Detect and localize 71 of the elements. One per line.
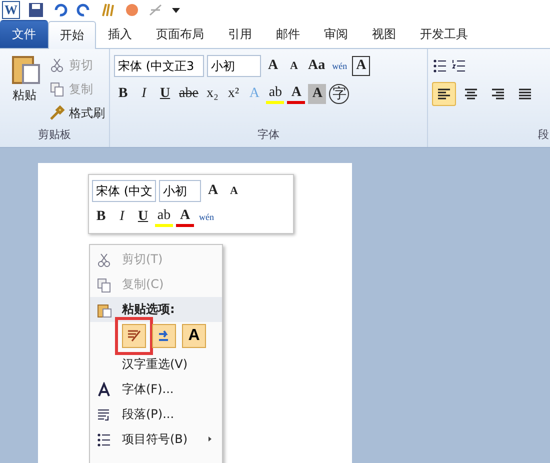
undo-icon (52, 2, 68, 18)
scissors-icon (49, 57, 65, 73)
align-icon (518, 88, 532, 100)
italic-button[interactable]: I (113, 207, 131, 227)
color-button[interactable]: A (287, 84, 306, 104)
brush-icon (127, 330, 141, 342)
underline-button[interactable]: U (156, 84, 174, 104)
highlight-button[interactable]: ab (266, 84, 284, 104)
grow-button[interactable]: A (204, 181, 222, 201)
redo-icon (76, 2, 92, 18)
font-size-field[interactable]: 小初 (207, 55, 261, 77)
ribbon-tab[interactable]: 审阅 (312, 20, 360, 48)
phonetic-button[interactable]: wén (330, 56, 350, 76)
file-tab[interactable]: 文件 (0, 20, 48, 48)
dropdown-icon[interactable] (172, 8, 180, 12)
bullet-list-icon (432, 58, 448, 74)
ribbon-tab[interactable]: 插入 (96, 20, 144, 48)
shade-button[interactable]: A (308, 84, 326, 104)
menu-item[interactable]: 段落(P)... (90, 402, 222, 427)
color-button[interactable]: A (176, 207, 194, 227)
letter-icon (96, 382, 112, 398)
format-painter-button[interactable]: 格式刷 (49, 103, 105, 123)
font-size-field[interactable]: 小初 (159, 180, 201, 202)
paste-option-button[interactable] (152, 324, 176, 348)
paste-button[interactable]: 粘贴 (4, 53, 45, 123)
paste-option-button[interactable]: A (182, 324, 206, 348)
numbered-list-icon (451, 58, 467, 74)
menu-item[interactable]: 字体(F)... (90, 377, 222, 402)
bold-button[interactable]: B (114, 84, 132, 104)
menu-item[interactable]: 项目符号(B) (90, 427, 222, 452)
highlight-button[interactable]: ab (155, 207, 173, 227)
submenu-arrow-icon (206, 434, 214, 442)
copy-icon (49, 81, 65, 97)
strike-button[interactable]: abe (177, 84, 200, 104)
group-label: 剪贴板 (37, 127, 72, 143)
bullet-list-icon (96, 432, 112, 448)
plain-button[interactable]: x₂ (203, 84, 222, 104)
ribbon-tab[interactable]: 开始 (48, 21, 96, 49)
circle-button[interactable]: 字 (329, 84, 350, 104)
brush-icon (49, 105, 65, 121)
menu-header: 粘贴选项: (90, 297, 222, 322)
case-button[interactable]: Aa (306, 56, 328, 76)
ribbon-tab[interactable]: 页面布局 (144, 20, 216, 48)
group-label: 字体 (256, 127, 280, 143)
plain-button[interactable]: x² (224, 84, 242, 104)
align-icon (437, 88, 451, 100)
font-name-field[interactable]: 宋体 (中文正3 (114, 55, 204, 77)
underline-button[interactable]: U (134, 207, 152, 227)
align-icon (491, 88, 505, 100)
align-icon (464, 88, 478, 100)
align-button[interactable] (432, 82, 456, 106)
ribbon-tab[interactable]: 开发工具 (408, 20, 480, 48)
shrink-button[interactable]: A (285, 56, 303, 76)
paragraph-icon (96, 406, 112, 422)
shrink-button[interactable]: A (225, 181, 243, 201)
ribbon-tab[interactable]: 视图 (360, 20, 408, 48)
copy-icon (96, 276, 112, 292)
ribbon-tab[interactable]: 引用 (216, 20, 264, 48)
phonetic-button[interactable]: wén (197, 207, 216, 227)
bold-button[interactable]: B (92, 207, 110, 227)
scissors-icon (96, 252, 112, 268)
app-logo[interactable]: W (2, 1, 20, 19)
clipboard-icon (96, 302, 112, 318)
italic-button[interactable]: I (135, 84, 153, 104)
group-label: 段 (537, 127, 550, 143)
grow-button[interactable]: A (264, 56, 282, 76)
ribbon-tab[interactable]: 邮件 (264, 20, 312, 48)
arrow-icon (158, 330, 170, 342)
border-button[interactable]: A (352, 56, 370, 76)
menu-item[interactable]: 汉字重选(V) (90, 352, 222, 377)
font-name-field[interactable]: 宋体 (中文 (92, 180, 156, 202)
